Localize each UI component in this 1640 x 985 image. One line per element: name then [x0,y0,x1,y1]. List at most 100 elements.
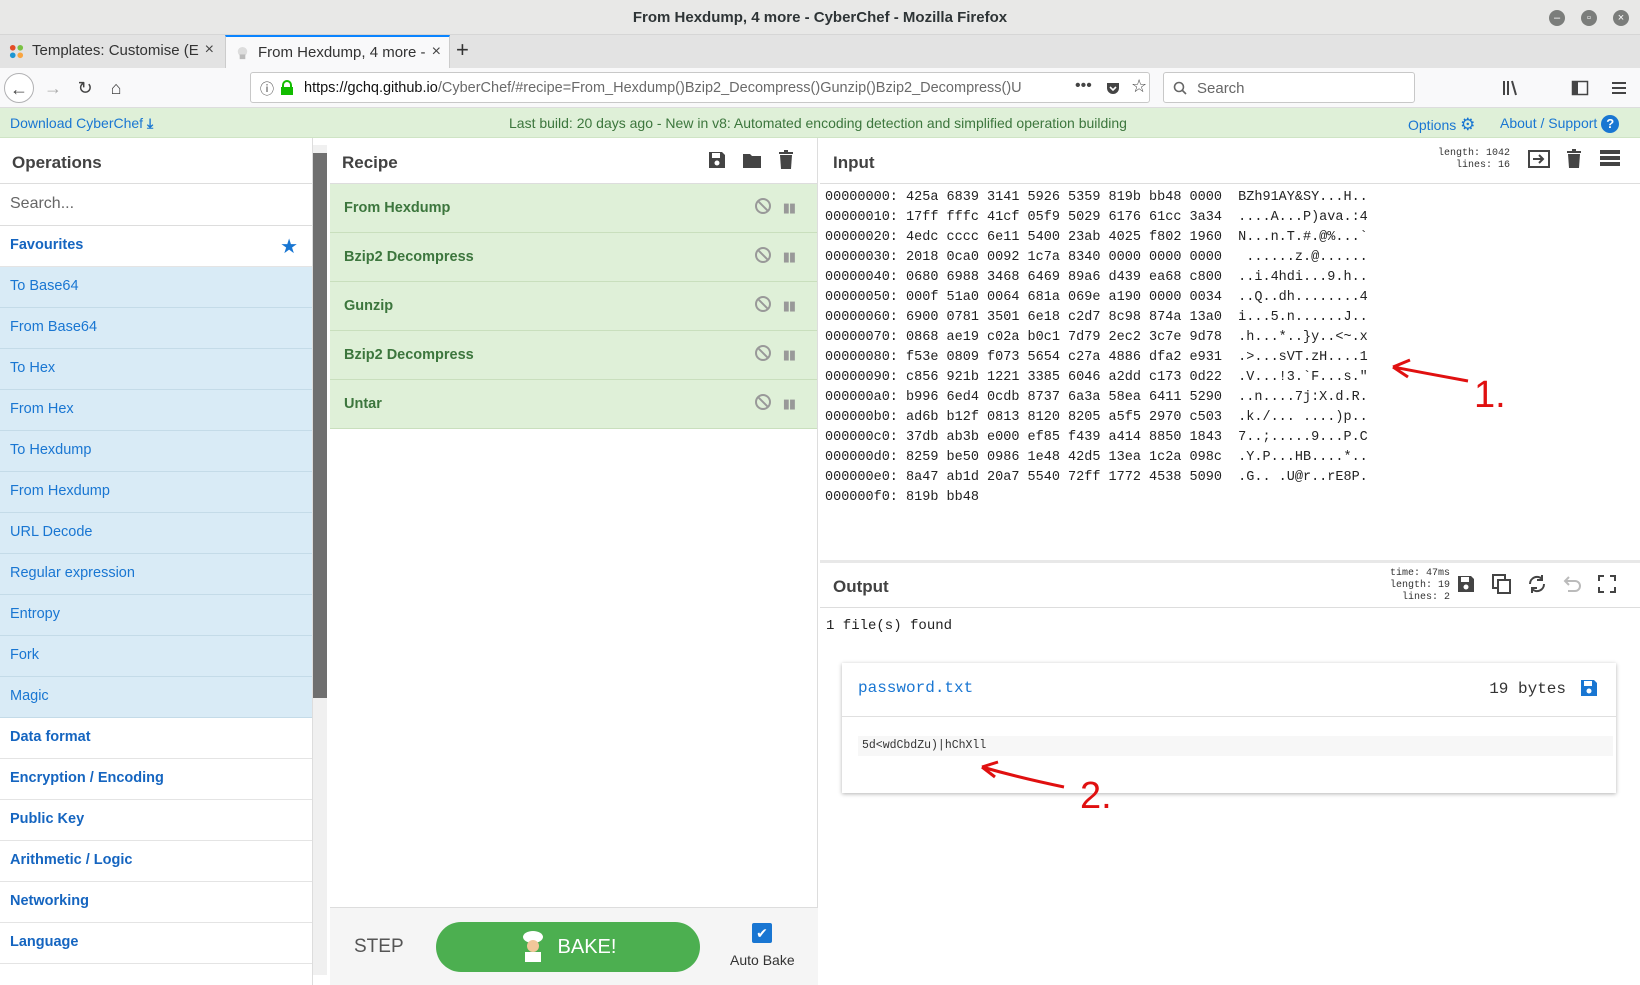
hexdump-line: 00000020: 4edc cccc 6e11 5400 23ab 4025 … [825,230,1368,245]
save-file-icon[interactable] [1580,679,1598,697]
op-to-hexdump[interactable]: To Hexdump [0,431,312,472]
disable-icon[interactable] [755,198,771,214]
help-icon: ? [1601,115,1620,133]
scrollbar-thumb[interactable] [313,153,327,698]
pocket-icon[interactable] [1105,80,1121,96]
copy-icon[interactable] [1492,574,1512,594]
bookmark-star-icon[interactable]: ☆ [1131,76,1147,97]
search-bar[interactable]: Search [1163,72,1415,103]
close-window-button[interactable]: × [1613,10,1629,26]
sidebar-icon[interactable] [1571,79,1589,97]
maximize-button[interactable]: ▫ [1581,10,1597,26]
recipe-op-bzip2-decompress[interactable]: Bzip2 Decompress ▮▮ [330,233,817,282]
hexdump-line: 000000a0: b996 6ed4 0cdb 8737 6a3a 58ea … [825,390,1368,405]
close-tab-icon[interactable]: × [432,43,441,61]
close-tab-icon[interactable]: × [205,41,214,59]
search-icon [1173,81,1187,95]
op-to-hex[interactable]: To Hex [0,349,312,390]
op-to-base64[interactable]: To Base64 [0,267,312,308]
recipe-header: Recipe [330,138,817,184]
recipe-op-bzip2-decompress[interactable]: Bzip2 Decompress ▮▮ [330,331,817,380]
about-support-link[interactable]: About / Support ? [1500,115,1620,133]
op-from-hexdump[interactable]: From Hexdump [0,472,312,513]
category-arithmetic-logic[interactable]: Arithmetic / Logic [0,841,312,882]
recipe-op-from-hexdump[interactable]: From Hexdump ▮▮ [330,184,817,233]
op-from-hex[interactable]: From Hex [0,390,312,431]
trash-icon[interactable] [778,150,794,169]
undo-icon[interactable] [1562,575,1582,593]
recipe-op-untar[interactable]: Untar ▮▮ [330,380,817,429]
tab-cyberchef[interactable]: From Hexdump, 4 more - × [225,35,450,68]
download-link[interactable]: Download CyberChef ⤓ [10,115,153,132]
input-header: Input [820,138,1640,184]
tab-templates[interactable]: Templates: Customise (E × [0,35,222,68]
browser-window: From Hexdump, 4 more - CyberChef - Mozil… [0,0,1640,985]
auto-bake-checkbox[interactable]: ✔ [752,923,772,943]
options-link[interactable]: Options ⚙ [1408,115,1475,135]
chef-icon [520,930,546,962]
operations-search-input[interactable]: Search... [0,184,312,226]
hexdump-line: 000000e0: 8a47 ab1d 20a7 5540 72ff 1772 … [825,470,1368,485]
breakpoint-icon[interactable]: ▮▮ [783,200,796,216]
op-magic[interactable]: Magic [0,677,312,718]
url-bar[interactable]: ⓘ https://gchq.github.io/CyberChef/#reci… [250,72,1150,103]
category-networking[interactable]: Networking [0,882,312,923]
back-button[interactable]: ← [4,73,34,103]
cyberchef-banner: Download CyberChef ⤓ Last build: 20 days… [0,108,1640,138]
minimize-button[interactable]: – [1549,10,1565,26]
category-data-format[interactable]: Data format [0,718,312,759]
disable-icon[interactable] [755,247,771,263]
hexdump-line: 00000090: c856 921b 1221 3385 6046 a2dd … [825,370,1368,385]
disable-icon[interactable] [755,345,771,361]
home-icon[interactable]: ⌂ [101,73,131,103]
library-icon[interactable] [1502,79,1520,97]
op-regular-expression[interactable]: Regular expression [0,554,312,595]
category-public-key[interactable]: Public Key [0,800,312,841]
step-button[interactable]: STEP [354,936,404,958]
disable-icon[interactable] [755,296,771,312]
file-content[interactable]: 5d<wdCbdZu)|hChXll [858,736,1613,756]
maximise-icon[interactable] [1598,575,1616,593]
op-fork[interactable]: Fork [0,636,312,677]
tab-label: Templates: Customise (E [32,42,199,59]
op-url-decode[interactable]: URL Decode [0,513,312,554]
title-bar: From Hexdump, 4 more - CyberChef - Mozil… [0,0,1640,35]
category-language[interactable]: Language [0,923,312,964]
category-favourites[interactable]: Favourites ★ [0,226,312,267]
hexdump-line: 00000030: 2018 0ca0 0092 1c7a 8340 0000 … [825,250,1368,265]
gear-icon: ⚙ [1460,115,1476,134]
output-title: Output [833,577,889,596]
recipe-op-gunzip[interactable]: Gunzip ▮▮ [330,282,817,331]
info-icon[interactable]: ⓘ [260,79,274,99]
navigation-bar: ← → ↻ ⌂ ⓘ https://gchq.github.io/CyberCh… [0,68,1640,108]
open-file-icon[interactable] [1528,150,1550,168]
forward-button[interactable]: → [38,73,68,103]
disable-icon[interactable] [755,394,771,410]
folder-icon[interactable] [742,151,762,169]
new-tab-button[interactable]: + [456,37,469,63]
url-text[interactable]: https://gchq.github.io/CyberChef/#recipe… [304,80,1039,96]
menu-icon[interactable] [1610,79,1628,97]
output-stats: time: 47ms length: 19 lines: 2 [1389,568,1450,603]
input-hexdump[interactable]: 00000000: 425a 6839 3141 5926 5359 819b … [825,188,1368,508]
switch-io-icon[interactable] [1527,574,1547,594]
clear-input-icon[interactable] [1566,149,1582,168]
operations-scrollbar[interactable] [313,145,327,975]
file-name-link[interactable]: password.txt [858,679,973,697]
layout-icon[interactable] [1600,150,1620,167]
reload-button[interactable]: ↻ [70,73,100,103]
breakpoint-icon[interactable]: ▮▮ [783,249,796,265]
joomla-icon [9,44,24,59]
breakpoint-icon[interactable]: ▮▮ [783,298,796,314]
breakpoint-icon[interactable]: ▮▮ [783,347,796,363]
hexdump-line: 000000f0: 819b bb48 [825,490,979,505]
save-icon[interactable] [708,151,726,169]
category-encryption-encoding[interactable]: Encryption / Encoding [0,759,312,800]
page-actions-icon[interactable]: ••• [1075,77,1092,95]
bake-button[interactable]: BAKE! [436,922,700,972]
op-from-base64[interactable]: From Base64 [0,308,312,349]
tab-bar: Templates: Customise (E × From Hexdump, … [0,35,1640,68]
op-entropy[interactable]: Entropy [0,595,312,636]
save-output-icon[interactable] [1457,575,1475,593]
breakpoint-icon[interactable]: ▮▮ [783,396,796,412]
